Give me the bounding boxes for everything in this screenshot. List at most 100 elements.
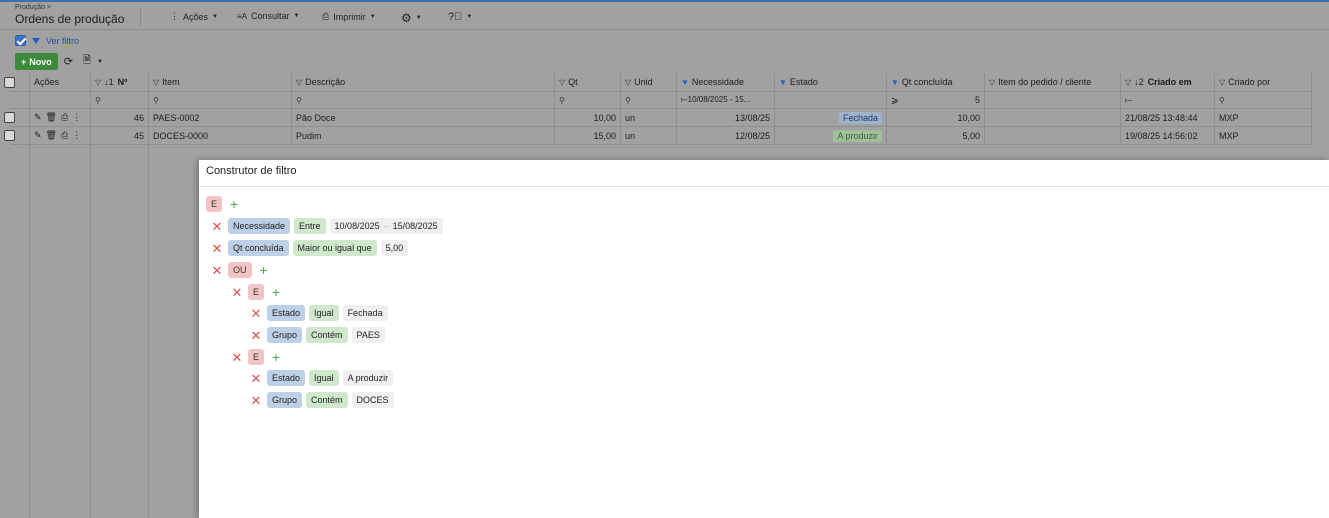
table-row[interactable]: ✎ 🗑 ⎙ ⋮ 45 DOCES-0000 Pudim 15,00 un 12/08/… (4, 127, 1312, 145)
menu-help[interactable]: ?⃝ ▼ (448, 11, 472, 23)
filter-cell-qt[interactable]: ⚲ (554, 92, 620, 108)
filter-cell-numero[interactable]: ⚲ (90, 92, 148, 108)
kebab-icon[interactable]: ⋮ (72, 130, 81, 141)
ver-filtro-link[interactable]: Ver filtro (46, 36, 79, 46)
kebab-icon[interactable]: ⋮ (72, 112, 81, 123)
printer-icon[interactable]: ⎙ (61, 130, 68, 141)
col-item-pedido[interactable]: ▽ Item do pedido / cliente (984, 73, 1120, 91)
condition-operator[interactable]: Maior ou igual que (292, 240, 377, 256)
col-descricao-label: Descrição (305, 77, 346, 87)
caret-down-icon: ▼ (212, 13, 218, 20)
group-operator[interactable]: E (248, 284, 265, 300)
filter-cell-criado-em[interactable]: ⟝ (1120, 92, 1214, 108)
show-filter-checkbox[interactable] (15, 35, 26, 46)
export-icon[interactable]: 🗎 (83, 53, 91, 70)
remove-icon[interactable]: ✕ (249, 372, 263, 385)
edit-icon[interactable]: ✎ (34, 112, 42, 123)
remove-icon[interactable]: ✕ (210, 242, 224, 255)
col-estado[interactable]: ▼ Estado (774, 73, 886, 91)
col-necessidade[interactable]: ▼ Necessidade (676, 73, 774, 91)
col-acoes[interactable]: Ações (29, 73, 90, 91)
condition-value[interactable]: 10/08/2025–15/08/2025 (329, 218, 443, 234)
remove-icon[interactable]: ✕ (230, 286, 244, 299)
col-numero[interactable]: ▽ ↓1 Nº (90, 73, 148, 91)
remove-icon[interactable]: ✕ (249, 329, 263, 342)
add-condition-icon[interactable]: + (260, 263, 268, 277)
col-item-label: Item (162, 77, 180, 87)
row-checkbox[interactable] (4, 130, 15, 141)
row-checkbox[interactable] (4, 112, 15, 123)
remove-icon[interactable]: ✕ (210, 264, 224, 277)
filter-cell-estado[interactable] (774, 92, 886, 108)
condition-necessidade: ✕ Necessidade Entre 10/08/2025–15/08/202… (210, 218, 443, 234)
condition-value[interactable]: 5,00 (380, 240, 409, 256)
condition-field[interactable]: Estado (267, 305, 306, 321)
menu-consultar-label: Consultar (251, 11, 290, 21)
remove-icon[interactable]: ✕ (249, 394, 263, 407)
ge-operator-icon: ⩾ (891, 94, 899, 105)
filter-cell-item-pedido[interactable] (984, 92, 1120, 108)
menu-consultar[interactable]: ≡A Consultar ▼ (237, 11, 300, 21)
edit-icon[interactable]: ✎ (34, 130, 42, 141)
table-row[interactable]: ✎ 🗑 ⎙ ⋮ 46 PAES-0002 Pão Doce 10,00 un 13/0… (4, 109, 1312, 127)
status-badge: Fechada (838, 111, 882, 124)
range-end: 15/08/2025 (392, 221, 438, 231)
condition-value[interactable]: DOCES (351, 392, 394, 408)
condition-field[interactable]: Qt concluída (228, 240, 289, 256)
menu-settings[interactable]: ⚙ ▼ (401, 11, 422, 25)
filter-cell-qt-concluida[interactable]: ⩾ 5 (886, 92, 984, 108)
col-qt-concluida[interactable]: ▼ Qt concluída (886, 73, 984, 91)
trash-icon[interactable]: 🗑 (46, 130, 57, 141)
condition-value[interactable]: PAES (351, 327, 385, 343)
col-item-pedido-label: Item do pedido / cliente (998, 77, 1092, 87)
caret-down-icon[interactable]: ▼ (97, 59, 103, 65)
col-criado-em[interactable]: ▽ ↓2 Criado em (1120, 73, 1214, 91)
condition-value[interactable]: A produzir (342, 370, 394, 386)
active-filter-icon: ▼ (681, 77, 689, 87)
condition-operator[interactable]: Igual (309, 305, 339, 321)
remove-icon[interactable]: ✕ (210, 220, 224, 233)
col-criado-por[interactable]: ▽ Criado por (1214, 73, 1312, 91)
qt-concluida-filter-value: 5 (974, 95, 980, 105)
breadcrumb[interactable]: Produção > (15, 4, 51, 11)
refresh-icon[interactable]: ⟳ (64, 55, 73, 68)
condition-operator[interactable]: Contém (306, 392, 348, 408)
filter-cell-necessidade[interactable]: ⟝10/08/2025 - 15... (676, 92, 774, 108)
remove-icon[interactable]: ✕ (249, 307, 263, 320)
filter-bar: Ver filtro (15, 35, 79, 46)
page-title: Ordens de produção (15, 12, 125, 26)
group-operator[interactable]: E (206, 196, 223, 212)
add-condition-icon[interactable]: + (272, 285, 280, 299)
col-unid[interactable]: ▽ Unid (620, 73, 676, 91)
select-all-cell (0, 73, 20, 91)
add-condition-icon[interactable]: + (230, 197, 238, 211)
col-item[interactable]: ▽ Item (148, 73, 291, 91)
new-button[interactable]: + Novo (15, 53, 58, 70)
condition-qt-concluida: ✕ Qt concluída Maior ou igual que 5,00 (210, 240, 409, 256)
add-condition-icon[interactable]: + (272, 350, 280, 364)
condition-operator[interactable]: Igual (309, 370, 339, 386)
filter-cell-item[interactable]: ⚲ (148, 92, 291, 108)
condition-operator[interactable]: Contém (306, 327, 348, 343)
group-operator[interactable]: E (248, 349, 265, 365)
col-qt[interactable]: ▽ Qt (554, 73, 620, 91)
condition-field[interactable]: Grupo (267, 327, 303, 343)
group-operator[interactable]: OU (228, 262, 252, 278)
condition-field[interactable]: Necessidade (228, 218, 291, 234)
condition-value[interactable]: Fechada (342, 305, 388, 321)
printer-icon[interactable]: ⎙ (61, 112, 68, 123)
cell-item-pedido (984, 109, 1120, 126)
col-qt-concluida-label: Qt concluída (901, 77, 953, 87)
filter-cell-criado-por[interactable]: ⚲ (1214, 92, 1312, 108)
trash-icon[interactable]: 🗑 (46, 112, 57, 123)
condition-field[interactable]: Grupo (267, 392, 303, 408)
filter-cell-descricao[interactable]: ⚲ (291, 92, 554, 108)
condition-operator[interactable]: Entre (294, 218, 326, 234)
condition-field[interactable]: Estado (267, 370, 306, 386)
filter-cell-unid[interactable]: ⚲ (620, 92, 676, 108)
menu-imprimir[interactable]: ⎙ Imprimir ▼ (322, 11, 376, 22)
col-descricao[interactable]: ▽ Descrição (291, 73, 554, 91)
menu-acoes[interactable]: ⋮ Ações ▼ (170, 11, 218, 22)
remove-icon[interactable]: ✕ (230, 351, 244, 364)
select-all-checkbox[interactable] (4, 76, 15, 88)
